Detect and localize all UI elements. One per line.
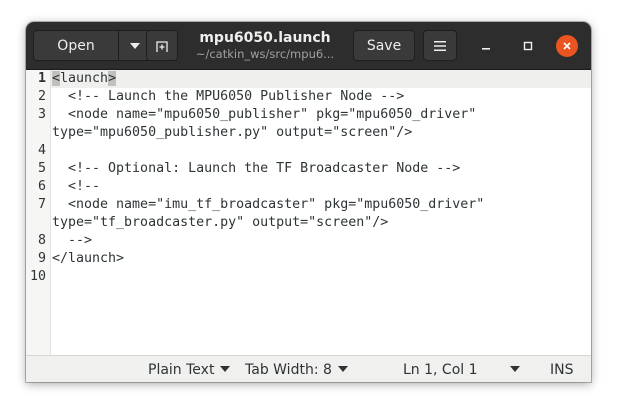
insert-mode-label: INS	[550, 362, 574, 378]
line-number: 10	[29, 269, 46, 284]
minimize-icon	[482, 48, 490, 50]
line-number: 6	[37, 179, 46, 194]
save-button[interactable]: Save	[353, 30, 415, 61]
tag-name: launch	[60, 71, 109, 86]
insert-mode-indicator[interactable]: INS	[550, 362, 574, 378]
code-line: <!-- Launch the MPU6050 Publisher Node -…	[52, 89, 405, 104]
close-icon	[563, 42, 571, 50]
code-line: <node name="imu_tf_broadcaster" pkg="mpu…	[52, 197, 485, 212]
code-line: <!--	[52, 179, 101, 194]
open-button[interactable]: Open	[33, 30, 119, 61]
code-line: <node name="mpu6050_publisher" pkg="mpu6…	[52, 107, 477, 122]
cursor-position[interactable]: Ln 1, Col 1	[403, 362, 478, 378]
tab-width-label: Tab Width: 8	[245, 362, 332, 378]
close-button[interactable]	[556, 35, 578, 57]
line-number-gutter: 1 2 3 4 5 6 7 8 9 10	[26, 70, 51, 355]
status-bar: Plain Text Tab Width: 8 Ln 1, Col 1 INS	[26, 355, 591, 382]
line-number: 8	[37, 233, 46, 248]
tab-width-selector[interactable]: Tab Width: 8	[245, 362, 348, 378]
new-tab-icon	[156, 40, 168, 52]
code-line-wrapped: type="tf_broadcaster.py" output="screen"…	[52, 215, 389, 230]
header-bar: Open mpu6050.launch ~/catkin_ws/src/mpu6…	[26, 22, 591, 70]
chevron-down-icon	[510, 366, 520, 372]
chevron-down-icon	[337, 366, 348, 372]
line-number: 7	[37, 197, 46, 212]
code-line: <launch>	[52, 70, 117, 88]
text-editor-area[interactable]: 1 2 3 4 5 6 7 8 9 10 <launch> <!-- Launc…	[26, 70, 591, 355]
code-line: </launch>	[52, 251, 125, 266]
maximize-button[interactable]	[517, 35, 539, 57]
language-selector[interactable]: Plain Text	[148, 362, 231, 378]
line-number: 1	[37, 71, 46, 86]
window-title-area: mpu6050.launch ~/catkin_ws/src/mpu6...	[186, 29, 344, 62]
window-subtitle: ~/catkin_ws/src/mpu6...	[195, 47, 335, 61]
maximize-icon	[523, 41, 533, 51]
line-number: 5	[37, 161, 46, 176]
new-tab-button[interactable]	[146, 30, 178, 61]
current-line-highlight	[50, 70, 591, 88]
menu-button[interactable]	[423, 30, 457, 61]
save-button-label: Save	[366, 37, 402, 54]
language-label: Plain Text	[148, 362, 215, 378]
code-line: -->	[52, 233, 93, 248]
window-title: mpu6050.launch	[199, 30, 331, 46]
open-button-label: Open	[57, 37, 95, 54]
chevron-down-icon	[130, 42, 140, 49]
hamburger-menu-icon	[434, 40, 446, 51]
text-editor-window: Open mpu6050.launch ~/catkin_ws/src/mpu6…	[26, 22, 591, 382]
cursor-position-label: Ln 1, Col 1	[403, 362, 478, 378]
code-line: <!-- Optional: Launch the TF Broadcaster…	[52, 161, 461, 176]
chevron-down-icon	[220, 366, 231, 372]
line-number: 4	[37, 143, 46, 158]
minimize-button[interactable]	[475, 35, 497, 57]
line-number: 3	[37, 107, 46, 122]
code-line-wrapped: type="mpu6050_publisher.py" output="scre…	[52, 125, 413, 140]
line-number: 2	[37, 89, 46, 104]
matched-bracket: >	[108, 71, 117, 86]
line-number: 9	[37, 251, 46, 266]
position-menu-button[interactable]	[510, 362, 520, 378]
matched-bracket: <	[52, 71, 61, 86]
